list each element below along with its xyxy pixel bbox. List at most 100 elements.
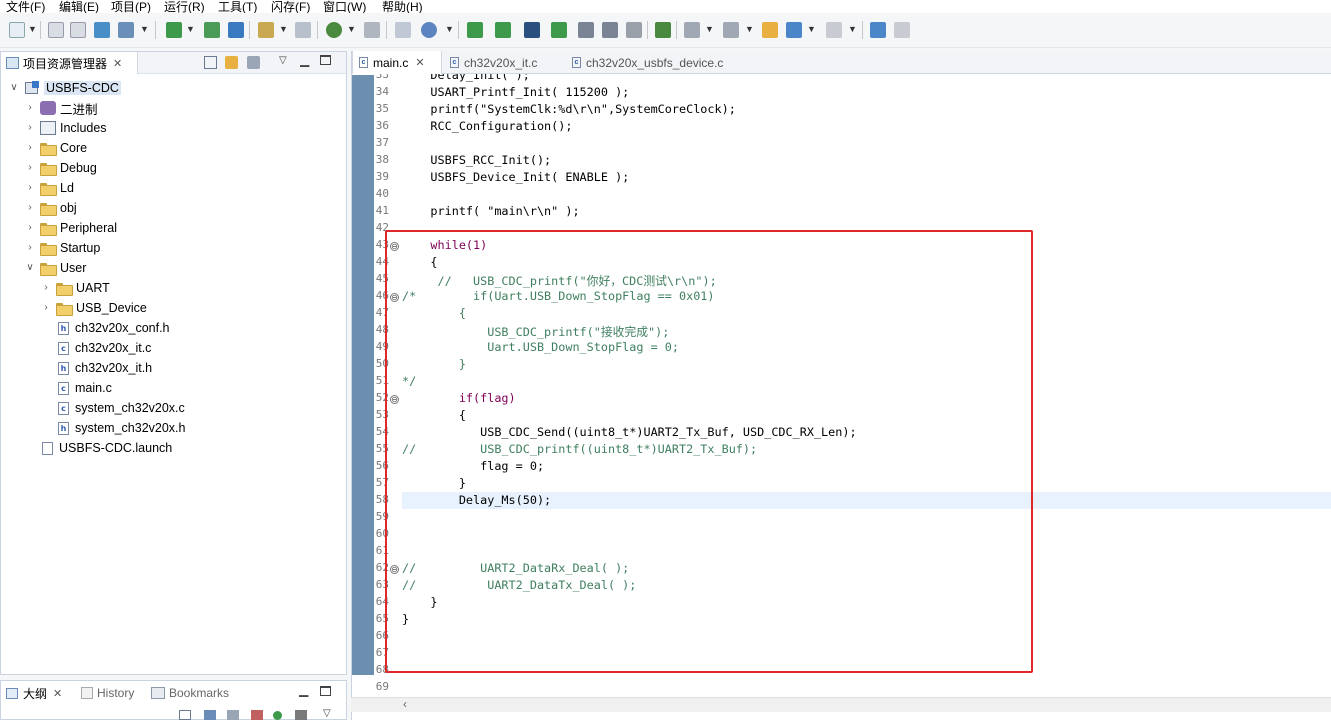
code-line: printf( "main\r\n" ); xyxy=(402,204,580,218)
chevron-down-icon[interactable]: ∨ xyxy=(8,82,20,94)
format-icon[interactable] xyxy=(626,22,642,38)
tree-item-debug[interactable]: › Debug xyxy=(24,158,97,178)
menu-run[interactable]: 运行(R) xyxy=(164,0,205,13)
collapse-all-icon[interactable] xyxy=(204,56,217,69)
link-editor-icon[interactable] xyxy=(225,56,238,69)
align-left-icon[interactable] xyxy=(578,22,594,38)
task-icon[interactable] xyxy=(655,22,671,38)
chevron-right-icon[interactable]: › xyxy=(24,102,36,114)
search-icon[interactable] xyxy=(421,22,437,38)
tree-item-obj[interactable]: › obj xyxy=(24,198,77,218)
project-explorer-icon xyxy=(6,57,19,69)
tree-item-includes[interactable]: › Includes xyxy=(24,118,107,138)
tree-item-peripheral[interactable]: › Peripheral xyxy=(24,218,117,238)
minimize-icon[interactable]: ▁ xyxy=(299,683,308,697)
prev-annotation-icon[interactable] xyxy=(723,22,739,38)
filter-icon[interactable] xyxy=(247,56,260,69)
flash-icon[interactable] xyxy=(258,22,274,38)
next-annotation-icon[interactable] xyxy=(684,22,700,38)
view-menu-icon[interactable]: ▽ xyxy=(279,55,287,66)
properties-icon[interactable] xyxy=(118,22,134,38)
tab-bookmarks[interactable]: Bookmarks xyxy=(151,681,229,705)
tree-item-system-h[interactable]: h system_ch32v20x.h xyxy=(58,418,185,438)
save-all-icon[interactable] xyxy=(70,22,86,38)
chevron-right-icon[interactable]: › xyxy=(24,222,36,234)
chevron-right-icon[interactable]: › xyxy=(24,182,36,194)
chevron-right-icon[interactable]: › xyxy=(40,302,52,314)
chevron-right-icon[interactable]: › xyxy=(24,142,36,154)
save-icon[interactable] xyxy=(48,22,64,38)
menu-flash[interactable]: 闪存(F) xyxy=(271,0,310,13)
includes-icon xyxy=(40,121,56,135)
align-right-icon[interactable] xyxy=(602,22,618,38)
tab-usbfs-device-c[interactable]: c ch32v20x_usbfs_device.c xyxy=(566,51,756,74)
tree-item-system-c[interactable]: c system_ch32v20x.c xyxy=(58,398,185,418)
chevron-right-icon[interactable]: › xyxy=(24,122,36,134)
close-icon[interactable]: ✕ xyxy=(415,56,424,69)
tool-c-icon[interactable] xyxy=(551,22,567,38)
tab-main-c[interactable]: c main.c ✕ xyxy=(352,51,442,74)
tree-item-ld[interactable]: › Ld xyxy=(24,178,74,198)
outline-hide-nonpublic-icon[interactable] xyxy=(273,711,282,720)
layers-icon[interactable] xyxy=(228,22,244,38)
chevron-right-icon[interactable]: › xyxy=(24,202,36,214)
tree-item-project[interactable]: ∨ USBFS-CDC xyxy=(8,78,121,98)
forward-icon[interactable] xyxy=(826,22,842,38)
h-file-icon: h xyxy=(58,361,69,375)
tree-item-it-c[interactable]: c ch32v20x_it.c xyxy=(58,338,151,358)
tree-item-binary[interactable]: › 二进制 xyxy=(24,98,98,118)
outline-collapse-icon[interactable] xyxy=(179,710,191,720)
config-icon[interactable] xyxy=(395,22,411,38)
menu-window[interactable]: 窗口(W) xyxy=(323,0,366,13)
menu-help[interactable]: 帮助(H) xyxy=(382,0,423,13)
unpin-icon[interactable] xyxy=(894,22,910,38)
back-icon[interactable] xyxy=(786,22,802,38)
outline-hide-fields-icon[interactable] xyxy=(227,710,239,720)
menu-tools[interactable]: 工具(T) xyxy=(218,0,257,13)
tree-item-usb-device[interactable]: › USB_Device xyxy=(40,298,147,318)
build-config-icon[interactable] xyxy=(94,22,110,38)
scroll-left-icon[interactable]: ‹ xyxy=(403,697,407,711)
tree-item-user[interactable]: ∨ User xyxy=(24,258,86,278)
maximize-icon[interactable] xyxy=(320,686,331,696)
build-icon[interactable] xyxy=(204,22,220,38)
menu-edit[interactable]: 编辑(E) xyxy=(59,0,99,13)
run-icon[interactable] xyxy=(364,22,380,38)
tab-it-c[interactable]: c ch32v20x_it.c xyxy=(444,51,562,74)
bookmarks-icon xyxy=(151,687,165,699)
project-explorer-title: 项目资源管理器 xyxy=(23,56,108,71)
menu-file[interactable]: 文件(F) xyxy=(6,0,45,13)
last-edit-icon[interactable] xyxy=(762,22,778,38)
terminal-icon[interactable] xyxy=(524,22,540,38)
horizontal-scrollbar[interactable]: ‹ xyxy=(351,697,1331,712)
minimize-icon[interactable]: ▁ xyxy=(300,53,309,67)
tree-item-startup[interactable]: › Startup xyxy=(24,238,100,258)
tab-history[interactable]: History xyxy=(81,681,134,705)
close-icon[interactable]: ✕ xyxy=(53,687,62,700)
outline-hide-static-icon[interactable] xyxy=(251,710,263,720)
menu-project[interactable]: 项目(P) xyxy=(111,0,151,13)
view-menu-icon[interactable]: ▽ xyxy=(323,708,331,719)
pin-icon[interactable] xyxy=(870,22,886,38)
tab-outline[interactable]: 大纲 ✕ xyxy=(1,681,73,705)
chevron-right-icon[interactable]: › xyxy=(24,242,36,254)
tree-item-uart[interactable]: › UART xyxy=(40,278,110,298)
close-icon[interactable]: ✕ xyxy=(113,57,122,70)
tree-item-core[interactable]: › Core xyxy=(24,138,87,158)
outline-group-icon[interactable] xyxy=(295,710,307,720)
download-icon[interactable] xyxy=(166,22,182,38)
debug-icon[interactable] xyxy=(326,22,342,38)
maximize-icon[interactable] xyxy=(320,55,331,65)
tree-item-main-c[interactable]: c main.c xyxy=(58,378,112,398)
tree-item-launch[interactable]: USBFS-CDC.launch xyxy=(42,438,172,458)
tool-a-icon[interactable] xyxy=(467,22,483,38)
chevron-right-icon[interactable]: › xyxy=(24,162,36,174)
tab-project-explorer[interactable]: 项目资源管理器 ✕ xyxy=(1,52,138,74)
tree-item-it-h[interactable]: h ch32v20x_it.h xyxy=(58,358,152,378)
tree-item-conf-h[interactable]: h ch32v20x_conf.h xyxy=(58,318,170,338)
outline-sort-icon[interactable] xyxy=(204,710,216,720)
chevron-down-icon[interactable]: ∨ xyxy=(24,262,36,274)
tool-b-icon[interactable] xyxy=(495,22,511,38)
erase-icon[interactable] xyxy=(295,22,311,38)
chevron-right-icon[interactable]: › xyxy=(40,282,52,294)
